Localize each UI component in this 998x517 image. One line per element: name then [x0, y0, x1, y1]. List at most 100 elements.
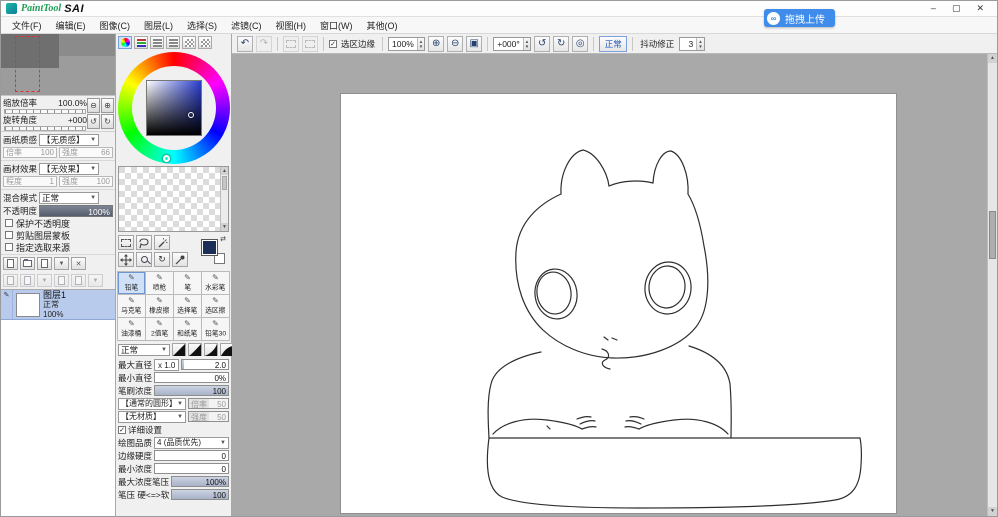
canvas-workspace[interactable]: [232, 54, 987, 516]
menu-view[interactable]: 视图(H): [269, 17, 314, 34]
rotate-view-tool[interactable]: ↻: [154, 252, 170, 267]
brush-blend-select[interactable]: 正常▼: [118, 344, 170, 356]
max-density-pressure-slider[interactable]: 100%: [171, 476, 229, 487]
brush-density-slider[interactable]: 100: [154, 385, 229, 396]
lasso-tool[interactable]: [136, 235, 152, 250]
navigator-preview[interactable]: [1, 34, 115, 96]
max-diameter-slider[interactable]: 2.0: [181, 359, 229, 370]
menu-filter[interactable]: 滤镜(C): [224, 17, 269, 34]
copy-layer-button[interactable]: [3, 274, 18, 287]
pen-pressure-slider[interactable]: 100: [171, 489, 229, 500]
hsv-slider-tab[interactable]: [150, 36, 164, 49]
brush-marker[interactable]: ✎马克笔: [118, 295, 146, 318]
stabilizer-spinner[interactable]: 3 ▲▼: [679, 37, 704, 51]
brush-washi-pen[interactable]: ✎和纸笔: [174, 318, 202, 341]
clipping-group-option[interactable]: 剪贴图层蒙板: [2, 229, 114, 241]
clear-layer-button[interactable]: [54, 274, 69, 287]
nav-zoom-in-icon[interactable]: ⊕: [101, 98, 114, 113]
texture-strength-slider[interactable]: 强度 50: [188, 411, 229, 422]
brush-shape-select[interactable]: 【通常的圆形】▼: [118, 398, 186, 410]
undo-button[interactable]: ↶: [237, 36, 253, 52]
rotation-angle-slider[interactable]: [4, 126, 86, 131]
layer-row-selected[interactable]: ✎ 图层1 正常 100%: [1, 290, 115, 320]
scrollbar-thumb[interactable]: [989, 211, 996, 259]
scroll-up-icon[interactable]: ▲: [221, 167, 228, 175]
primary-color-chip[interactable]: [202, 240, 217, 255]
material-effect-select[interactable]: 【无效果】▼: [39, 163, 99, 175]
transfer-down-button[interactable]: ▼: [54, 257, 69, 270]
swap-colors-icon[interactable]: ⇄: [220, 235, 226, 243]
new-layer-set-button[interactable]: [20, 257, 35, 270]
paper-scale-slider[interactable]: 倍率100: [3, 147, 57, 158]
scroll-down-icon[interactable]: ▼: [988, 507, 997, 516]
color-wheel-tab[interactable]: [118, 36, 132, 49]
layer-misc-button[interactable]: ▼: [88, 274, 103, 287]
min-density-slider[interactable]: 0: [154, 463, 229, 474]
color-scratchpad[interactable]: ▲ ▼: [118, 166, 229, 232]
brush-watercolor[interactable]: ✎水彩笔: [202, 272, 230, 295]
brush-bucket[interactable]: ✎油漆桶: [118, 318, 146, 341]
brush-pencil30[interactable]: ✎铅笔30: [202, 318, 230, 341]
opacity-slider[interactable]: 100%: [39, 205, 113, 217]
material-strength-slider[interactable]: 强度100: [59, 176, 113, 187]
nav-rotate-ccw-icon[interactable]: ↺: [87, 114, 100, 129]
edge-shape-linear-button[interactable]: [172, 343, 186, 356]
brush-pen[interactable]: ✎笔: [174, 272, 202, 295]
paper-texture-select[interactable]: 【无质感】▼: [39, 134, 99, 146]
brush-eraser[interactable]: ✎橡皮擦: [146, 295, 174, 318]
rotate-ccw-button[interactable]: ↺: [534, 36, 550, 52]
fill-layer-button[interactable]: [71, 274, 86, 287]
menu-others[interactable]: 其他(O): [360, 17, 405, 34]
deselect-button[interactable]: [283, 36, 299, 52]
saturation-value-square[interactable]: [146, 80, 202, 136]
quality-select[interactable]: 4 (品质优先)▼: [154, 437, 229, 449]
sv-indicator[interactable]: [188, 112, 194, 118]
zoom-spinner[interactable]: 100% ▲▼: [388, 37, 425, 51]
brush-select-eraser[interactable]: ✎选区擦: [202, 295, 230, 318]
vertical-scrollbar[interactable]: ▲ ▼: [987, 54, 997, 516]
gray-slider-tab[interactable]: [166, 36, 180, 49]
drag-upload-button[interactable]: ∞ 拖拽上传: [764, 9, 835, 27]
rect-select-tool[interactable]: [118, 235, 134, 250]
diameter-unit-select[interactable]: x 1.0: [154, 359, 179, 371]
hue-indicator[interactable]: [163, 155, 170, 162]
zoom-ratio-slider[interactable]: [4, 109, 86, 114]
zoom-out-button[interactable]: ⊖: [447, 36, 463, 52]
paste-layer-button[interactable]: [20, 274, 35, 287]
scratchpad-tab[interactable]: [198, 36, 212, 49]
zoom-reset-button[interactable]: ▣: [466, 36, 482, 52]
merge-down-button[interactable]: ▼: [37, 274, 52, 287]
min-diameter-slider[interactable]: 0%: [154, 372, 229, 383]
edge-shape-concave-button[interactable]: [188, 343, 202, 356]
edge-shape-convex-button[interactable]: [204, 343, 218, 356]
menu-layer[interactable]: 图层(L): [137, 17, 180, 34]
invert-selection-button[interactable]: [302, 36, 318, 52]
layer-thumbnail[interactable]: [16, 293, 40, 317]
preserve-opacity-option[interactable]: 保护不透明度: [2, 217, 114, 229]
close-button-icon[interactable]: ✕: [976, 3, 984, 14]
color-wheel[interactable]: [118, 52, 230, 164]
brush-airbrush[interactable]: ✎喷枪: [146, 272, 174, 295]
nav-zoom-out-icon[interactable]: ⊖: [87, 98, 100, 113]
menu-file[interactable]: 文件(F): [5, 17, 49, 34]
minimize-button-icon[interactable]: –: [931, 3, 936, 14]
rotate-reset-button[interactable]: ◎: [572, 36, 588, 52]
zoom-tool[interactable]: [136, 252, 152, 267]
swatches-tab[interactable]: [182, 36, 196, 49]
magic-wand-tool[interactable]: [154, 235, 170, 250]
navigator-viewport-rect[interactable]: [15, 36, 40, 92]
nav-rotate-cw-icon[interactable]: ↻: [101, 114, 114, 129]
menu-image[interactable]: 图像(C): [93, 17, 138, 34]
selection-edge-option[interactable]: ✓ 选区边缘: [329, 38, 377, 50]
scroll-down-icon[interactable]: ▼: [221, 223, 228, 231]
maximize-button-icon[interactable]: ▢: [952, 3, 961, 14]
brush-texture-select[interactable]: 【无材质】▼: [118, 411, 186, 423]
layer-name[interactable]: 图层1: [43, 290, 66, 300]
brush-pencil[interactable]: ✎铅笔: [118, 272, 146, 295]
paper-strength-slider[interactable]: 强度66: [59, 147, 113, 158]
brush-binary-pen[interactable]: ✎2值笔: [146, 318, 174, 341]
material-level-slider[interactable]: 程度1: [3, 176, 57, 187]
menu-edit[interactable]: 编辑(E): [49, 17, 93, 34]
paint-target-pencil-icon[interactable]: ✎: [4, 292, 10, 300]
menu-select[interactable]: 选择(S): [180, 17, 224, 34]
